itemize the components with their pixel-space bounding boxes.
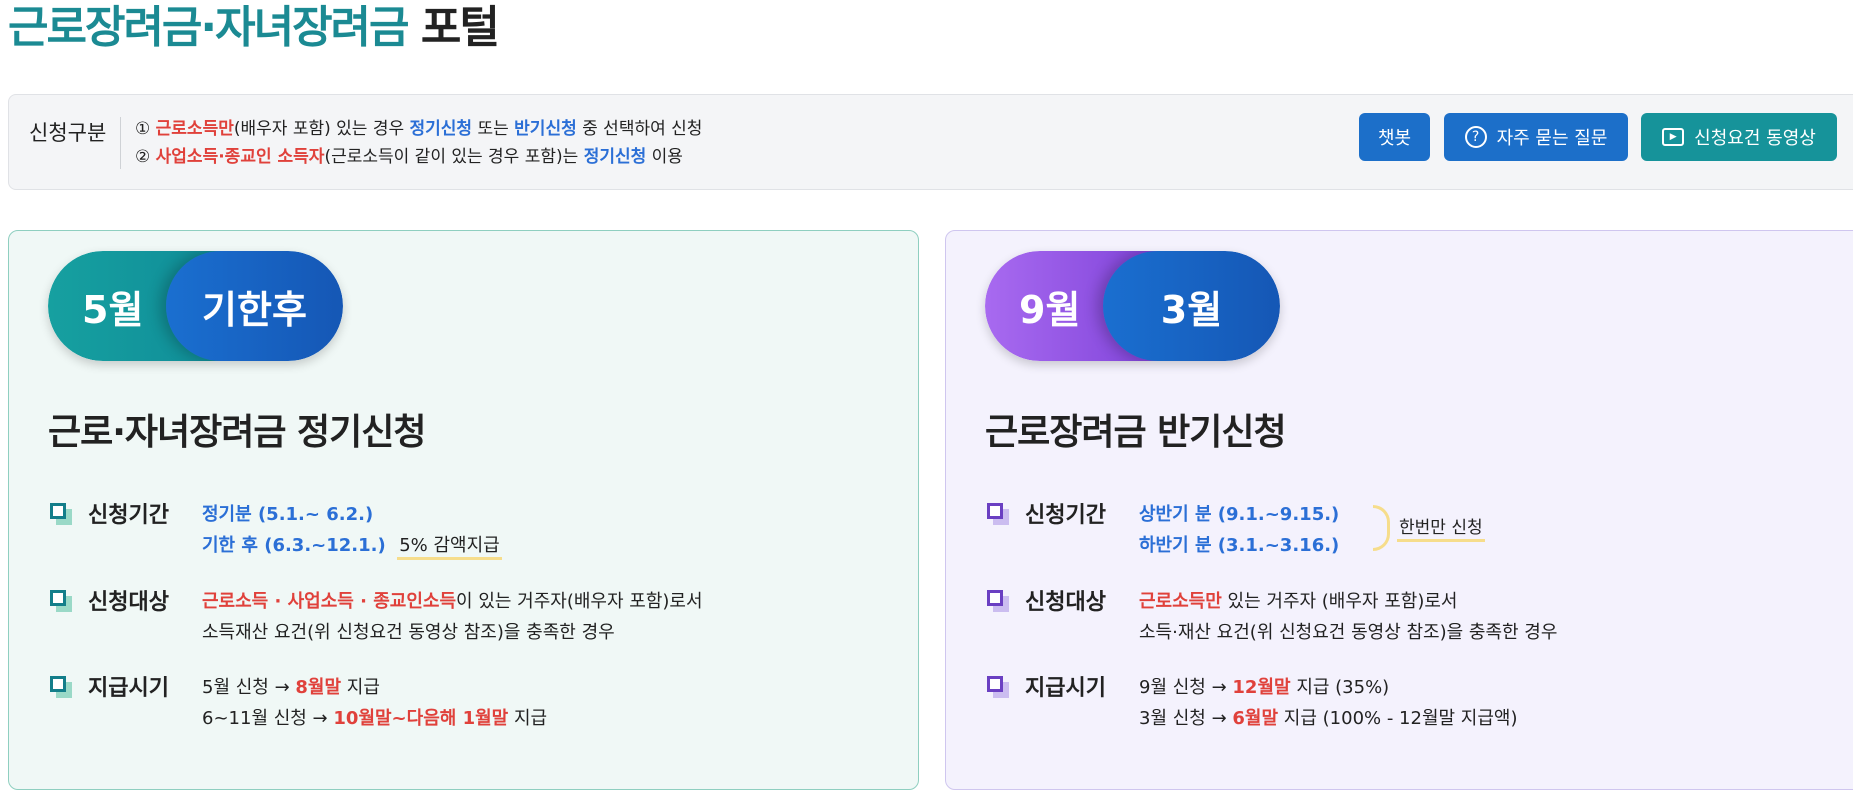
question-icon: ?	[1464, 126, 1487, 148]
page-title-highlight: 근로장려금·자녀장려금	[8, 2, 410, 53]
notice-line1-num: ①	[135, 119, 151, 139]
notice-line1-blue1: 정기신청	[409, 119, 473, 139]
payment-text: 9월 신청 → 12월말 지급 (35%) 3월 신청 → 6월말 지급 (10…	[1139, 672, 1518, 734]
checkbox-square-icon	[50, 676, 72, 698]
semiannual-application-card: 9월 3월 근로장려금 반기신청 신청기간 상반기 분 (9.1.~9.15.)…	[945, 230, 1853, 790]
notice-lines: ① 근로소득만(배우자 포함) 있는 경우 정기신청 또는 반기신청 중 선택하…	[135, 115, 702, 171]
reduction-note: 5% 감액지급	[397, 535, 502, 560]
brace-icon	[1373, 505, 1390, 551]
pay-line2-date: 6월말	[1232, 708, 1279, 729]
semiannual-card-title: 근로장려금 반기신청	[985, 412, 1287, 453]
pill-after-deadline: 기한후	[166, 251, 343, 361]
semiannual-period-pill: 9월 3월	[985, 251, 1280, 361]
notice-line-2: ② 사업소득·종교인 소득자(근로소득이 같이 있는 경우 포함)는 정기신청 …	[135, 143, 702, 171]
period-regular: 정기분 (5.1.~ 6.2.)	[202, 504, 374, 525]
target-text: 근로소득 · 사업소득 · 종교인소득이 있는 거주자(배우자 포함)로서 소득…	[202, 586, 703, 648]
notice-line1-text3: 중 선택하여 신청	[582, 119, 703, 139]
faq-label: 자주 묻는 질문	[1496, 128, 1608, 149]
notice-line2-num: ②	[135, 147, 151, 167]
regular-card-title: 근로·자녀장려금 정기신청	[48, 412, 427, 453]
target-label: 신청대상	[88, 590, 169, 615]
notice-line-1: ① 근로소득만(배우자 포함) 있는 경우 정기신청 또는 반기신청 중 선택하…	[135, 115, 702, 143]
requirements-video-button[interactable]: ▶ 신청요건 동영상	[1641, 113, 1837, 161]
period-text: 정기분 (5.1.~ 6.2.) 기한 후 (6.3.~12.1.) 5% 감액…	[202, 499, 502, 561]
regular-application-card: 5월 기한후 근로·자녀장려금 정기신청 신청기간 정기분 (5.1.~ 6.2…	[8, 230, 919, 790]
pay-line2-a: 6~11월 신청 →	[202, 708, 328, 729]
pay-line2-b: 지급 (100% - 12월말 지급액)	[1283, 708, 1518, 729]
target-earned-income: 근로소득만	[1139, 591, 1222, 612]
pay-line2-a: 3월 신청 →	[1139, 708, 1227, 729]
period-first-half: 상반기 분 (9.1.~9.15.)	[1139, 504, 1340, 525]
checkbox-square-icon	[50, 503, 72, 525]
checkbox-square-icon	[987, 676, 1009, 698]
target-line2: 소득재산 요건(위 신청요건 동영상 참조)을 충족한 경우	[202, 622, 615, 643]
checkbox-square-icon	[987, 590, 1009, 612]
page-title-rest: 포털	[420, 2, 500, 53]
faq-button[interactable]: ? 자주 묻는 질문	[1444, 113, 1628, 161]
checkbox-square-icon	[50, 590, 72, 612]
notice-line1-text2: 또는	[477, 119, 509, 139]
pay-line1-date: 8월말	[295, 677, 342, 698]
target-text: 근로소득만 있는 거주자 (배우자 포함)로서 소득·재산 요건(위 신청요건 …	[1139, 586, 1557, 648]
target-label: 신청대상	[1025, 590, 1106, 615]
chatbot-label: 챗봇	[1377, 128, 1412, 149]
notice-line2-text2: 이용	[651, 147, 683, 167]
target-line1-rest: 이 있는 거주자(배우자 포함)로서	[456, 591, 703, 612]
pay-line2-b: 지급	[513, 708, 548, 729]
page-title: 근로장려금·자녀장려금 포털	[8, 2, 500, 54]
video-label: 신청요건 동영상	[1694, 128, 1816, 149]
notice-label: 신청구분	[29, 117, 122, 169]
target-line2: 소득·재산 요건(위 신청요건 동영상 참조)을 충족한 경우	[1139, 622, 1558, 643]
period-second-half: 하반기 분 (3.1.~3.16.)	[1139, 535, 1340, 556]
pay-line1-b: 지급	[346, 677, 380, 698]
play-icon: ▶	[1662, 128, 1685, 146]
chatbot-button[interactable]: 챗봇	[1359, 113, 1430, 161]
notice-line2-text1: (근로소득이 같이 있는 경우 포함)는	[324, 147, 579, 167]
pay-line2-date: 10월말~다음해 1월말	[333, 708, 509, 729]
notice-line2-blue1: 정기신청	[583, 147, 647, 167]
once-only-note: 한번만 신청	[1397, 513, 1485, 542]
pay-line1-date: 12월말	[1232, 677, 1291, 698]
payment-label: 지급시기	[1025, 676, 1106, 701]
regular-period-pill: 5월 기한후	[48, 251, 343, 361]
payment-text: 5월 신청 → 8월말 지급 6~11월 신청 → 10월말~다음해 1월말 지…	[202, 672, 547, 734]
notice-line1-text1: (배우자 포함) 있는 경우	[233, 119, 405, 139]
period-label: 신청기간	[1025, 503, 1106, 528]
pay-line1-a: 9월 신청 →	[1139, 677, 1227, 698]
payment-label: 지급시기	[88, 676, 169, 701]
notice-line2-red: 사업소득·종교인 소득자	[155, 147, 325, 167]
pay-line1-a: 5월 신청 →	[202, 677, 290, 698]
target-line1-rest: 있는 거주자 (배우자 포함)로서	[1227, 591, 1458, 612]
pay-line1-b: 지급 (35%)	[1296, 677, 1390, 698]
period-after-deadline: 기한 후 (6.3.~12.1.)	[202, 535, 386, 556]
period-label: 신청기간	[88, 503, 169, 528]
target-income-types: 근로소득 · 사업소득 · 종교인소득	[202, 591, 457, 612]
notice-line1-blue2: 반기신청	[514, 119, 577, 139]
period-text: 상반기 분 (9.1.~9.15.) 하반기 분 (3.1.~3.16.)	[1139, 499, 1339, 561]
notice-line1-red: 근로소득만	[155, 119, 234, 139]
pill-march: 3월	[1103, 251, 1280, 361]
checkbox-square-icon	[987, 503, 1009, 525]
